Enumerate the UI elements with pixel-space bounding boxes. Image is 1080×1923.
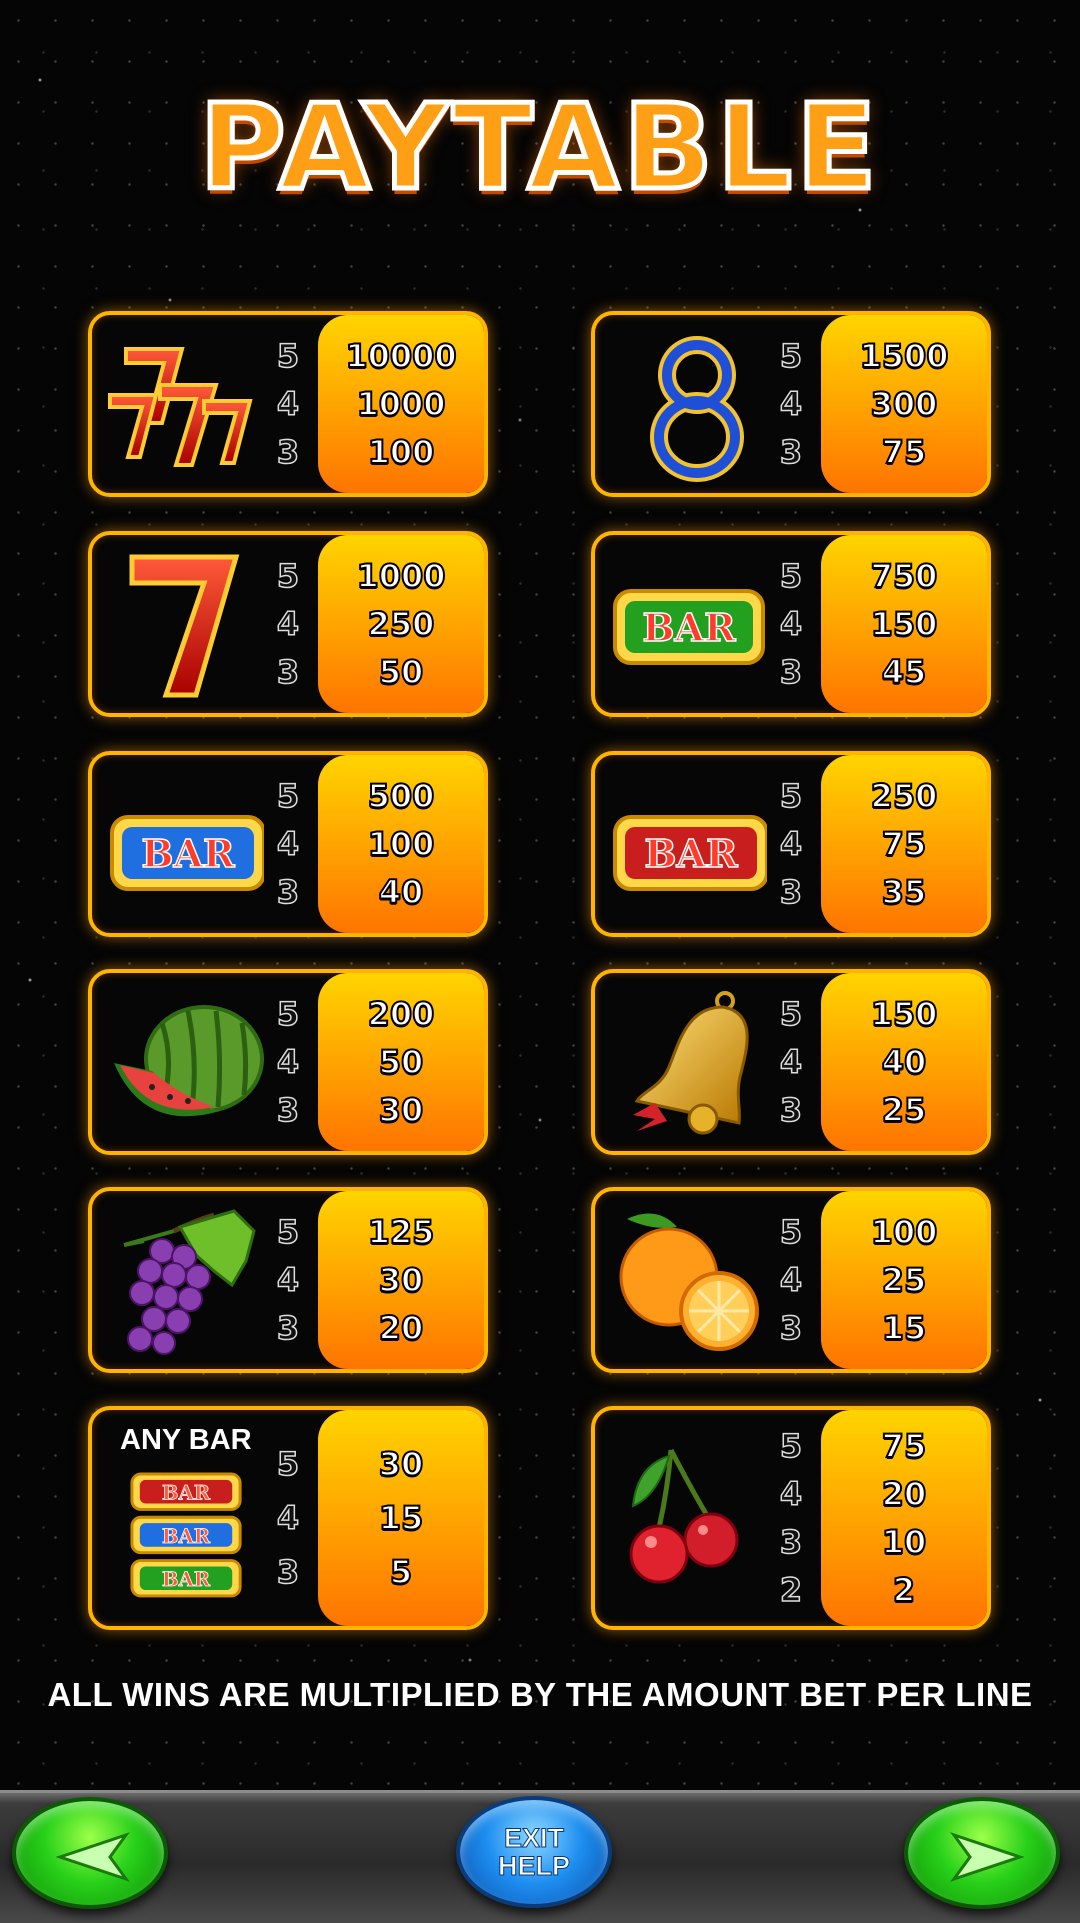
svg-text:BAR: BAR (141, 831, 235, 876)
paytable-panel-red-bar: BAR 543 250 75 35 (591, 751, 991, 937)
match-counts: 543 (276, 556, 300, 692)
prev-page-button[interactable] (12, 1797, 168, 1909)
cherry-icon (629, 1448, 739, 1584)
match-counts: 543 (779, 556, 803, 692)
blue-bar-icon: BAR (110, 815, 264, 891)
payout-values: 125 30 20 (318, 1191, 484, 1369)
watermelon-icon (114, 1005, 264, 1117)
starfield-background (0, 0, 1080, 1920)
payout-values: 200 50 30 (318, 973, 484, 1151)
paytable-panel-bell: 543 150 40 25 (591, 969, 991, 1155)
green-bar-icon: BAR (613, 589, 765, 665)
paytable-panel-watermelon: 543 200 50 30 (88, 969, 488, 1155)
payout-values: 500 100 40 (318, 755, 484, 933)
payout-values: 750 150 45 (821, 535, 987, 713)
paytable-panel-orange: 543 100 25 15 (591, 1187, 991, 1373)
bell-icon (633, 991, 749, 1135)
paytable-panel-red-seven: 543 1000 250 50 (88, 531, 488, 717)
svg-text:BAR: BAR (162, 1482, 211, 1505)
payout-values: 1500 300 75 (821, 315, 987, 493)
payout-values: 150 40 25 (821, 973, 987, 1151)
payout-values: 30 15 5 (318, 1410, 484, 1626)
svg-text:BAR: BAR (162, 1525, 211, 1548)
paytable-panel-cherry: 5432 75 20 10 2 (591, 1406, 991, 1630)
payout-values: 1000 250 50 (318, 535, 484, 713)
match-counts: 543 (779, 994, 803, 1130)
match-counts: 543 (276, 776, 300, 912)
match-counts: 543 (779, 336, 803, 472)
paytable-panel-any-bar: ANY BAR BAR BAR BAR 543 30 15 5 (88, 1406, 488, 1630)
payout-values: 75 20 10 2 (821, 1410, 987, 1626)
paytable-panel-green-bar: BAR 543 750 150 45 (591, 531, 991, 717)
payout-values: 250 75 35 (821, 755, 987, 933)
red-seven-icon (129, 554, 240, 698)
arrow-right-icon (950, 1832, 1024, 1882)
arrow-left-icon (56, 1832, 130, 1882)
footer-note: ALL WINS ARE MULTIPLIED BY THE AMOUNT BE… (47, 1676, 1033, 1713)
svg-text:BAR: BAR (162, 1568, 211, 1591)
orange-icon (619, 1213, 759, 1351)
svg-text:BAR: BAR (644, 831, 738, 876)
next-page-button[interactable] (904, 1797, 1060, 1909)
paytable-panel-blue-bar: BAR 543 500 100 40 (88, 751, 488, 937)
payout-values: 100 25 15 (821, 1191, 987, 1369)
paytable-panel-triple-seven: 543 10000 1000 100 (88, 311, 488, 497)
any-bar-label: ANY BAR (120, 1424, 252, 1456)
match-counts: 543 (276, 336, 300, 472)
red-bar-icon: BAR (613, 815, 767, 891)
match-counts: 543 (276, 994, 300, 1130)
match-counts: 543 (779, 776, 803, 912)
any-bar-stack-icon: BAR BAR BAR (130, 1472, 242, 1598)
page-title: PAYTABLE (197, 76, 881, 219)
blue-eight-icon (650, 336, 744, 482)
grapes-icon (123, 1209, 256, 1355)
payout-values: 10000 1000 100 (318, 315, 484, 493)
match-counts: 5432 (779, 1426, 803, 1610)
match-counts: 543 (779, 1212, 803, 1348)
match-counts: 543 (276, 1212, 300, 1348)
triple-seven-icon (108, 347, 253, 467)
match-counts: 543 (276, 1444, 300, 1592)
paytable-panel-blue-eight: 543 1500 300 75 (591, 311, 991, 497)
svg-text:BAR: BAR (642, 605, 736, 650)
exit-help-button[interactable]: EXIT HELP (456, 1796, 612, 1908)
paytable-panel-grapes: 543 125 30 20 (88, 1187, 488, 1373)
